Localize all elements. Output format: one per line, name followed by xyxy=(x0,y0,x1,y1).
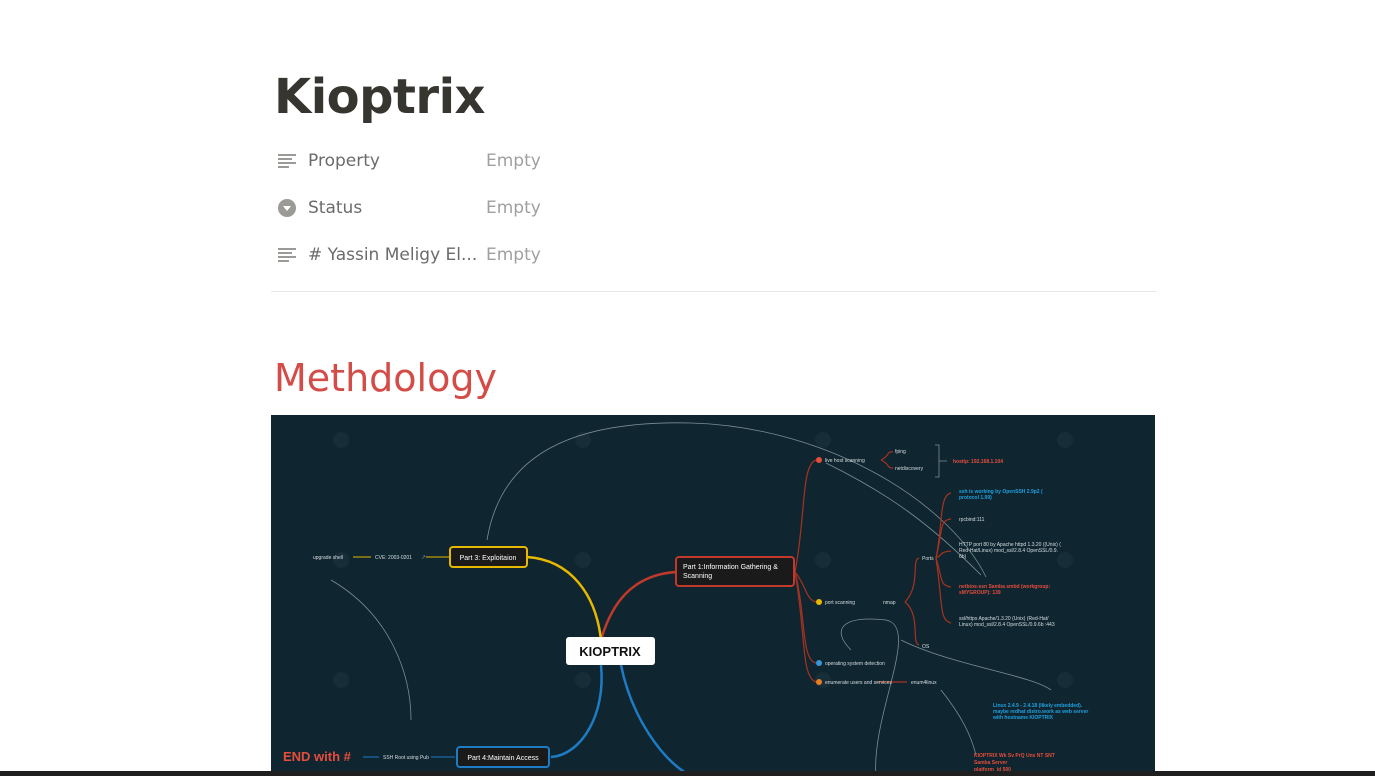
text-lines-icon xyxy=(277,151,297,171)
ports-label: Ports xyxy=(922,556,934,562)
fping-label: fping xyxy=(895,449,906,455)
connector-arrow xyxy=(825,462,982,576)
os-label: OS xyxy=(922,644,930,650)
section-heading[interactable]: Methdology xyxy=(274,354,497,402)
bottom-scroll-bar xyxy=(0,771,1375,776)
property-value[interactable]: Empty xyxy=(486,151,541,171)
ssh-label-2: protocol 1.99) xyxy=(959,495,992,501)
nmap-label: nmap xyxy=(883,600,896,606)
kioptrix-red-2: Samba Server xyxy=(974,760,1007,766)
rpcbind-label: rpcbind:111 xyxy=(959,517,985,523)
http-label-2: Red-Hat/Linux) mod_ssl/2.8.4 OpenSSL/0.9… xyxy=(959,548,1058,554)
connector-arrow xyxy=(486,422,987,578)
num-badge xyxy=(816,679,822,685)
os-detection-label: operating system detection xyxy=(825,661,885,667)
num-badge xyxy=(816,660,822,666)
property-row-yassin[interactable]: # Yassin Meligy El... Empty xyxy=(271,238,1156,272)
netdiscovery-label: netdiscovery xyxy=(895,466,924,472)
kioptrix-red-1: KIOPTRIX Wk Sv PrQ Unx NT SNT xyxy=(974,753,1055,759)
property-name: Property xyxy=(308,151,380,171)
properties-divider xyxy=(271,291,1156,292)
part1-label-2: Scanning xyxy=(683,573,712,580)
num-badge xyxy=(816,457,822,463)
text-lines-icon xyxy=(277,245,297,265)
connector-arrow xyxy=(940,689,977,756)
property-value[interactable]: Empty xyxy=(486,198,541,218)
enum4linux-label: enum4linux xyxy=(911,680,937,686)
page-title[interactable]: Kioptrix xyxy=(274,66,486,128)
http-label-3: 6b) xyxy=(959,554,967,560)
center-label: KIOPTRIX xyxy=(579,644,641,659)
end-with-label: END with # xyxy=(283,749,352,764)
connector-arrow xyxy=(840,618,899,776)
property-row-property[interactable]: Property Empty xyxy=(271,144,1156,178)
linux-label-3: with hostname KIOPTRIX xyxy=(992,715,1054,721)
branch-lower xyxy=(619,664,692,776)
bracket xyxy=(935,444,947,478)
branch-part1 xyxy=(599,570,677,641)
external-link-icon: ↗ xyxy=(421,555,426,561)
property-name: # Yassin Meligy El... xyxy=(308,245,478,265)
property-row-status[interactable]: Status Empty xyxy=(271,191,1156,225)
ssl-label-2: Linux) mod_ssl/2.8.4 OpenSSL/0.9.6b :443 xyxy=(959,622,1055,628)
property-value[interactable]: Empty xyxy=(486,245,541,265)
part1-label: Part 1:Information Gathering & xyxy=(683,564,778,571)
part4-label: Part 4:Maintain Access xyxy=(467,755,539,762)
branch-part3 xyxy=(526,555,603,641)
part3-label: Part 3: Exploitaion xyxy=(460,555,517,562)
property-name: Status xyxy=(308,198,363,218)
cve-label: CVE: 2003-0201 xyxy=(375,555,412,561)
upgrade-shell-label: upgrade shell xyxy=(313,555,343,561)
enumerate-label: enumerate users and services xyxy=(825,680,892,686)
live-host-label: live host scanning xyxy=(825,458,865,464)
ssh-root-label: SSH Root using Pub xyxy=(383,755,429,761)
select-circle-icon xyxy=(277,198,297,218)
part1-node xyxy=(675,556,795,587)
mindmap-canvas: KIOPTRIX Part 1:Information Gathering & … xyxy=(283,422,1088,776)
hostip-label: hostip: 192.168.1.104 xyxy=(953,459,1003,465)
connector-arrow xyxy=(330,579,412,721)
num-badge xyxy=(816,599,822,605)
netbios-label-2: sMYGROUP): 139 xyxy=(959,590,1001,596)
mindmap-image[interactable]: KIOPTRIX Part 1:Information Gathering & … xyxy=(271,415,1155,776)
port-scanning-label: port scanning xyxy=(825,600,855,606)
